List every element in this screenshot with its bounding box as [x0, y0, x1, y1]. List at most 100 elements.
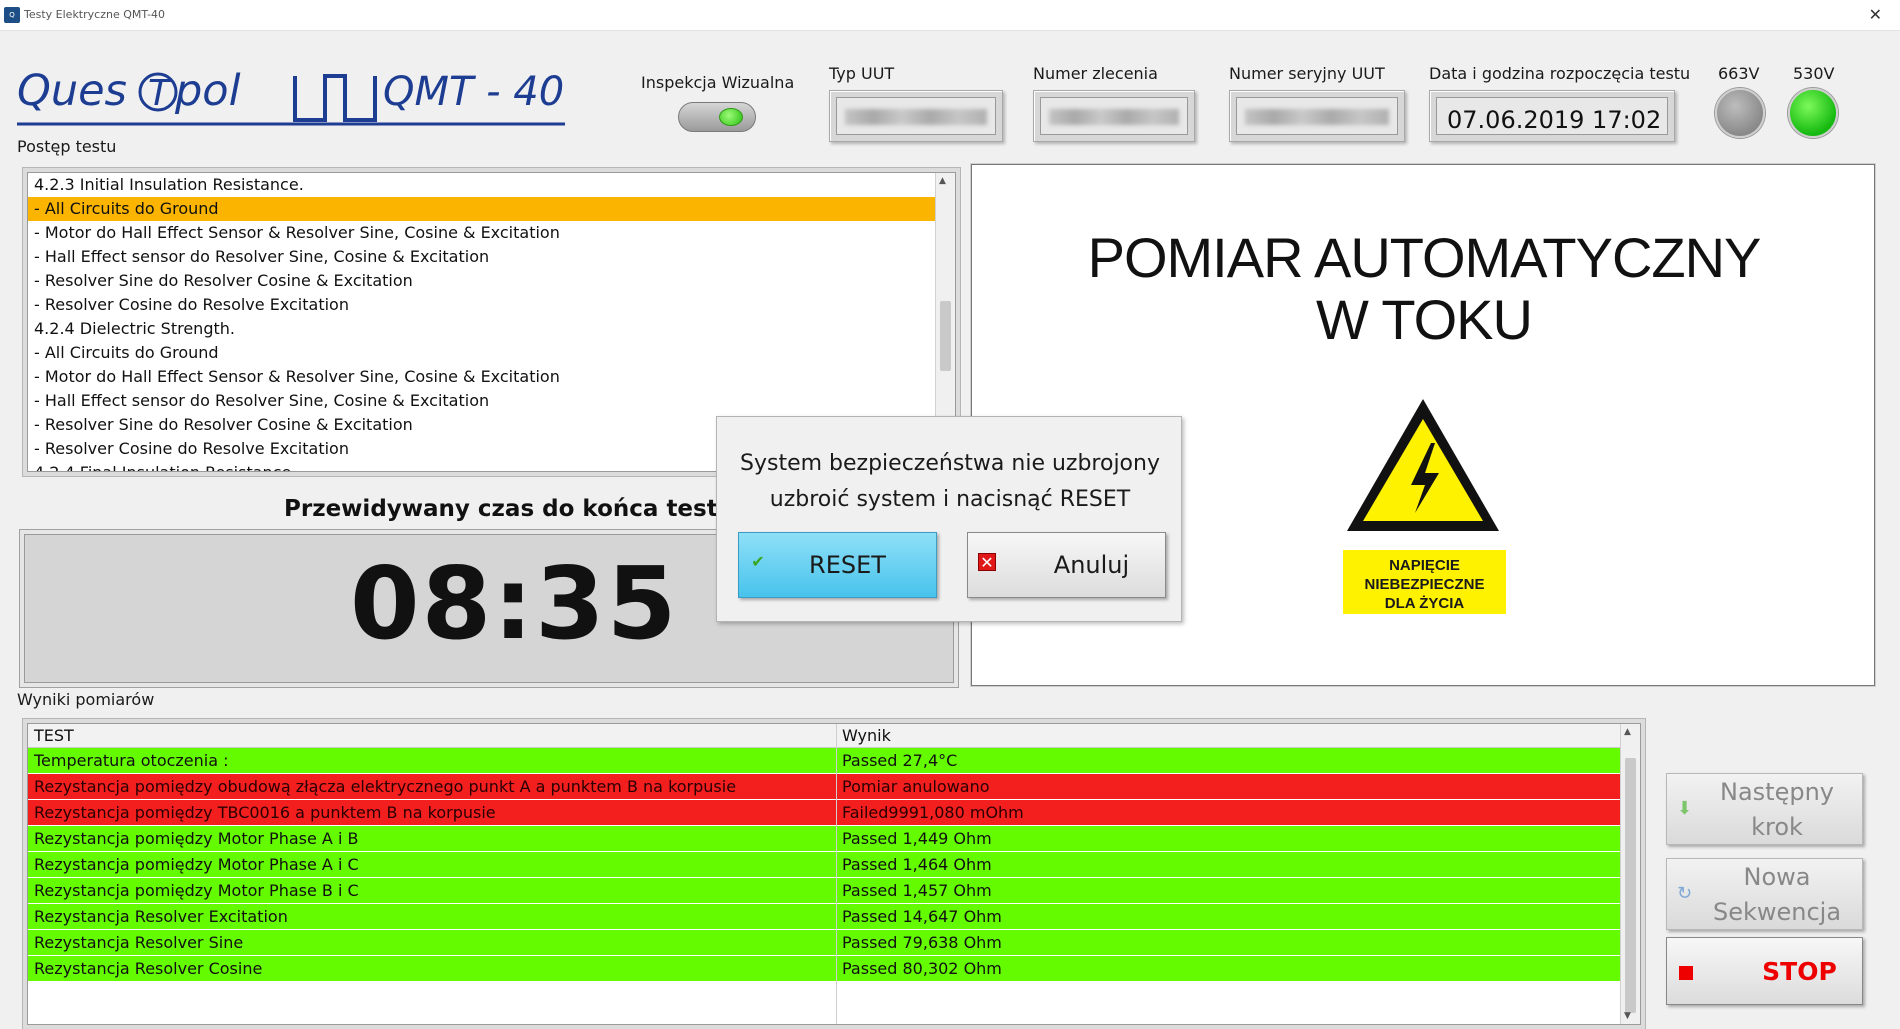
scroll-down-icon[interactable]: ▼ [1624, 1011, 1631, 1021]
led-663v-indicator [1715, 88, 1765, 138]
scroll-up-icon[interactable]: ▲ [939, 176, 946, 186]
hazard-line2: NIEBEZPIECZNE [1364, 576, 1485, 593]
result-row[interactable]: Rezystancja Resolver Excitation Passed 14… [28, 904, 1622, 930]
reset-button-label: RESET [809, 551, 886, 579]
progress-step-row[interactable]: - Resolver Cosine do Resolve Excitation [28, 293, 936, 317]
window-titlebar: Q Testy Elektryczne QMT-40 ✕ [0, 0, 1900, 31]
stop-button[interactable]: STOP [1666, 937, 1863, 1005]
result-value: Passed 1,457 Ohm [842, 881, 992, 900]
serial-number-field [1229, 90, 1405, 142]
result-test-name: Rezystancja Resolver Excitation [34, 907, 288, 926]
result-test-name: Rezystancja pomiędzy Motor Phase A i C [34, 855, 359, 874]
dialog-message-line2: uzbroić system i nacisnąć RESET [769, 487, 1131, 512]
uut-type-field [829, 90, 1003, 142]
result-test-name: Rezystancja Resolver Cosine [34, 959, 263, 978]
redacted-value [1245, 109, 1389, 125]
result-row[interactable]: Rezystancja pomiędzy Motor Phase A i C Pa… [28, 852, 1622, 878]
progress-step-row[interactable]: 4.2.4 Dielectric Strength. [28, 317, 936, 341]
result-test-name: Temperatura otoczenia : [34, 751, 229, 770]
results-scrollbar[interactable]: ▲ ▼ [1620, 724, 1640, 1024]
visual-inspection-label: Inspekcja Wizualna [641, 73, 795, 92]
cancel-button[interactable]: ✕ Anuluj [967, 532, 1166, 598]
column-header-result: Wynik [842, 726, 891, 745]
refresh-icon: ↻ [1677, 883, 1693, 904]
logo-text-right: pol [174, 66, 241, 116]
datetime-value: 07.06.2019 17:02 [1447, 106, 1662, 134]
stop-button-label: STOP [1762, 957, 1837, 986]
reset-button[interactable]: ✔ RESET [738, 532, 937, 598]
results-label: Wyniki pomiarów [17, 690, 155, 709]
visual-inspection-toggle[interactable] [678, 102, 756, 132]
uut-type-label: Typ UUT [829, 64, 895, 83]
progress-step-row[interactable]: - All Circuits do Ground [28, 197, 936, 221]
result-row[interactable]: Temperatura otoczenia : Passed 27,4°C [28, 748, 1622, 774]
next-step-button[interactable]: ⬇ Następny krok [1666, 773, 1863, 845]
progress-label: Postęp testu [17, 137, 117, 156]
status-line2: W TOKU [1316, 288, 1533, 351]
result-row[interactable]: Rezystancja Resolver Cosine Passed 80,302… [28, 956, 1622, 982]
result-row[interactable]: Rezystancja Resolver Sine Passed 79,638 O… [28, 930, 1622, 956]
close-window-icon[interactable]: ✕ [1869, 5, 1882, 24]
redacted-value [845, 109, 987, 125]
progress-step-row[interactable]: - Resolver Sine do Resolver Cosine & Exc… [28, 269, 936, 293]
result-value: Passed 80,302 Ohm [842, 959, 1002, 978]
questpol-logo: Ques T pol QMT - 40 [17, 66, 565, 126]
cancel-button-label: Anuluj [1053, 551, 1130, 579]
result-value: Passed 1,449 Ohm [842, 829, 992, 848]
new-sequence-label-line1: Nowa [1743, 863, 1811, 891]
datetime-label: Data i godzina rozpoczęcia testu [1429, 64, 1691, 83]
result-value: Passed 1,464 Ohm [842, 855, 992, 874]
progress-step-row[interactable]: - Motor do Hall Effect Sensor & Resolver… [28, 221, 936, 245]
serial-number-label: Numer seryjny UUT [1229, 64, 1385, 83]
result-test-name: Rezystancja pomiędzy Motor Phase B i C [34, 881, 359, 900]
result-value: Passed 14,647 Ohm [842, 907, 1002, 926]
result-value: Pomiar anulowano [842, 777, 990, 796]
logo-text-left: Ques [17, 66, 127, 116]
progress-step-row[interactable]: - All Circuits do Ground [28, 341, 936, 365]
result-test-name: Rezystancja pomiędzy Motor Phase A i B [34, 829, 359, 848]
progress-step-row[interactable]: - Hall Effect sensor do Resolver Sine, C… [28, 245, 936, 269]
dialog-message-line1: System bezpieczeństwa nie uzbrojony [740, 451, 1160, 476]
remaining-time-title: Przewidywany czas do końca testu [284, 496, 735, 522]
scroll-thumb[interactable] [1625, 758, 1636, 1013]
result-row[interactable]: Rezystancja pomiędzy obudową złącza elek… [28, 774, 1622, 800]
next-step-label-line2: krok [1751, 813, 1803, 841]
result-value: Passed 79,638 Ohm [842, 933, 1002, 952]
stop-square-icon [1679, 966, 1693, 980]
led-530v-label: 530V [1793, 64, 1835, 83]
scroll-thumb[interactable] [940, 301, 951, 371]
hazard-line1: NAPIĘCIE [1389, 557, 1460, 574]
remaining-time-value: 08:35 [350, 545, 679, 662]
result-value: Failed9991,080 mOhm [842, 803, 1024, 822]
safety-dialog: System bezpieczeństwa nie uzbrojony uzbr… [716, 416, 1182, 622]
results-table[interactable]: TEST Wynik Temperatura otoczenia : Passed… [27, 723, 1641, 1025]
down-arrow-icon: ⬇ [1677, 798, 1693, 819]
progress-step-row[interactable]: - Motor do Hall Effect Sensor & Resolver… [28, 365, 936, 389]
column-header-test: TEST [34, 726, 74, 745]
scroll-up-icon[interactable]: ▲ [1624, 727, 1631, 737]
toggle-knob [719, 108, 743, 126]
logo-model: QMT - 40 [383, 69, 564, 115]
new-sequence-button[interactable]: ↻ Nowa Sekwencja [1666, 858, 1863, 930]
led-663v-label: 663V [1718, 64, 1760, 83]
results-rows: Temperatura otoczenia : Passed 27,4°C Rezy… [28, 748, 1622, 982]
progress-step-row[interactable]: 4.2.3 Initial Insulation Resistance. [28, 173, 936, 197]
result-row[interactable]: Rezystancja pomiędzy Motor Phase A i B Pa… [28, 826, 1622, 852]
logo-text-t: T [148, 73, 173, 114]
led-530v-indicator [1788, 88, 1838, 138]
result-row[interactable]: Rezystancja pomiędzy TBC0016 a punktem B… [28, 800, 1622, 826]
app-icon: Q [4, 7, 20, 23]
hazard-label: NAPIĘCIE NIEBEZPIECZNE DLA ŻYCIA [1343, 550, 1506, 614]
high-voltage-warning-icon [1347, 399, 1499, 531]
order-number-label: Numer zlecenia [1033, 64, 1158, 83]
window-title: Testy Elektryczne QMT-40 [24, 8, 166, 21]
datetime-field: 07.06.2019 17:02 [1429, 90, 1675, 142]
next-step-label-line1: Następny [1720, 778, 1834, 806]
new-sequence-label-line2: Sekwencja [1712, 898, 1842, 926]
status-line1: POMIAR AUTOMATYCZNY [1087, 226, 1762, 289]
result-test-name: Rezystancja pomiędzy TBC0016 a punktem B… [34, 803, 496, 822]
order-number-field [1033, 90, 1195, 142]
result-row[interactable]: Rezystancja pomiędzy Motor Phase B i C Pa… [28, 878, 1622, 904]
progress-step-row[interactable]: - Hall Effect sensor do Resolver Sine, C… [28, 389, 936, 413]
hazard-line3: DLA ŻYCIA [1384, 595, 1465, 612]
